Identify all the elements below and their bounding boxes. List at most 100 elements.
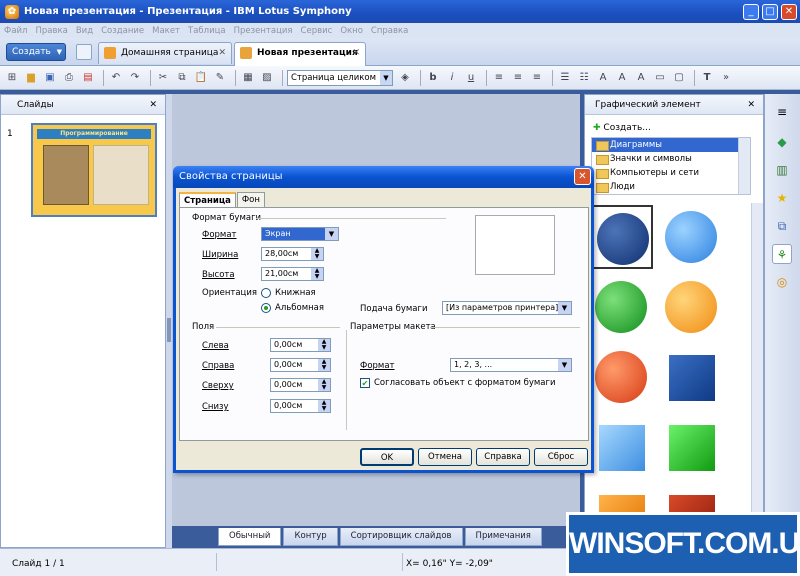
paste-icon[interactable]: 📋 bbox=[193, 70, 209, 86]
redo-icon[interactable]: ↷ bbox=[127, 70, 143, 86]
new-button[interactable]: Создать ▼ bbox=[6, 43, 66, 61]
sidebar-copy-icon[interactable]: ⧉ bbox=[772, 216, 792, 236]
font-color-icon[interactable]: A bbox=[633, 70, 649, 86]
menu-view[interactable]: Вид bbox=[76, 26, 93, 36]
reset-button[interactable]: Сброс bbox=[534, 448, 588, 466]
gallery-scrollbar[interactable] bbox=[751, 203, 763, 547]
menu-presentation[interactable]: Презентация bbox=[234, 26, 293, 36]
gallery-item-orange-ball[interactable] bbox=[659, 275, 723, 339]
landscape-radio[interactable] bbox=[261, 303, 271, 313]
fit-object-checkbox[interactable]: ✔ bbox=[360, 378, 370, 388]
category-scrollbar[interactable] bbox=[738, 138, 750, 194]
gallery-item-green-ball[interactable] bbox=[589, 275, 653, 339]
menu-layout[interactable]: Макет bbox=[152, 26, 180, 36]
border-icon[interactable]: ▢ bbox=[671, 70, 687, 86]
sidebar-star-icon[interactable]: ★ bbox=[772, 188, 792, 208]
format-paint-icon[interactable]: ✎ bbox=[212, 70, 228, 86]
new-slide-icon[interactable]: ⊞ bbox=[4, 70, 20, 86]
paper-tray-select[interactable]: [Из параметров принтера] ▼ bbox=[442, 301, 572, 315]
slide-thumbnail[interactable]: Программирование bbox=[31, 123, 157, 217]
view-select[interactable]: Страница целиком ▼ bbox=[287, 69, 393, 86]
spinner-icon[interactable]: ▲ ▼ bbox=[318, 339, 330, 351]
list-item[interactable]: Диаграммы bbox=[592, 138, 750, 152]
top-margin-field[interactable]: 0,00см ▲ ▼ bbox=[270, 378, 331, 392]
bullet-list-icon[interactable]: ☰ bbox=[557, 70, 573, 86]
align-right-icon[interactable]: ≡ bbox=[529, 70, 545, 86]
close-panel-icon[interactable]: ✕ bbox=[747, 95, 755, 115]
gallery-item-dark-blue-ball[interactable] bbox=[589, 205, 653, 269]
paint-bucket-icon[interactable]: ◈ bbox=[397, 70, 413, 86]
menu-table[interactable]: Таблица bbox=[188, 26, 226, 36]
align-center-icon[interactable]: ≡ bbox=[510, 70, 526, 86]
image-icon[interactable]: ▨ bbox=[259, 70, 275, 86]
align-left-icon[interactable]: ≡ bbox=[491, 70, 507, 86]
sidebar-gallery-icon[interactable]: ◆ bbox=[772, 132, 792, 152]
tab-new-presentation[interactable]: Новая презентация ✕ bbox=[234, 42, 366, 66]
ok-button[interactable]: OK bbox=[360, 448, 414, 466]
menu-create[interactable]: Создание bbox=[101, 26, 144, 36]
numbered-list-icon[interactable]: ☷ bbox=[576, 70, 592, 86]
gallery-item-red-ball[interactable] bbox=[589, 345, 653, 409]
portrait-radio[interactable] bbox=[261, 288, 271, 298]
cancel-button[interactable]: Отмена bbox=[418, 448, 472, 466]
underline-icon[interactable]: u bbox=[463, 70, 479, 86]
undo-icon[interactable]: ↶ bbox=[108, 70, 124, 86]
close-panel-icon[interactable]: ✕ bbox=[149, 95, 157, 115]
menu-edit[interactable]: Правка bbox=[35, 26, 67, 36]
tab-normal[interactable]: Обычный bbox=[218, 528, 282, 546]
highlight-icon[interactable]: ▭ bbox=[652, 70, 668, 86]
sidebar-navigator-icon[interactable]: ◎ bbox=[772, 272, 792, 292]
copy-icon[interactable]: ⧉ bbox=[174, 70, 190, 86]
height-field[interactable]: 21,00см ▲ ▼ bbox=[261, 267, 324, 281]
tab-page[interactable]: Страница bbox=[179, 192, 236, 208]
dialog-close-button[interactable]: ✕ bbox=[574, 168, 591, 185]
font-shrink-icon[interactable]: A bbox=[614, 70, 630, 86]
menu-window[interactable]: Окно bbox=[340, 26, 363, 36]
font-grow-icon[interactable]: A bbox=[595, 70, 611, 86]
spinner-icon[interactable]: ▲ ▼ bbox=[311, 248, 323, 260]
close-tab-icon[interactable]: ✕ bbox=[218, 43, 226, 63]
close-window-button[interactable]: ✕ bbox=[781, 3, 797, 20]
help-button[interactable]: Справка bbox=[476, 448, 530, 466]
list-item[interactable]: Компьютеры и сети bbox=[592, 166, 750, 180]
spinner-icon[interactable]: ▲ ▼ bbox=[318, 379, 330, 391]
width-field[interactable]: 28,00см ▲ ▼ bbox=[261, 247, 324, 261]
tab-background[interactable]: Фон bbox=[236, 192, 265, 208]
chevron-down-icon[interactable]: ▼ bbox=[57, 44, 62, 60]
pages-icon[interactable] bbox=[76, 44, 92, 60]
menu-help[interactable]: Справка bbox=[371, 26, 408, 36]
maximize-button[interactable]: □ bbox=[762, 3, 778, 20]
gallery-item-light-blue-ball[interactable] bbox=[659, 205, 723, 269]
tab-outline[interactable]: Контур bbox=[283, 528, 338, 546]
tab-slide-sorter[interactable]: Сортировщик слайдов bbox=[339, 528, 463, 546]
print-icon[interactable]: ⎙ bbox=[61, 70, 77, 86]
format-select[interactable]: Экран ▼ bbox=[261, 227, 339, 241]
right-margin-field[interactable]: 0,00см ▲ ▼ bbox=[270, 358, 331, 372]
gallery-item-light-blue-cube[interactable] bbox=[589, 415, 653, 479]
minimize-button[interactable]: _ bbox=[743, 3, 759, 20]
open-icon[interactable]: ▆ bbox=[23, 70, 39, 86]
splitter-grip[interactable] bbox=[167, 318, 171, 342]
text-icon[interactable]: T bbox=[699, 70, 715, 86]
table-icon[interactable]: ▦ bbox=[240, 70, 256, 86]
spinner-icon[interactable]: ▲ ▼ bbox=[318, 359, 330, 371]
sidebar-chart-icon[interactable]: ▥ bbox=[772, 160, 792, 180]
gallery-item-blue-cube[interactable] bbox=[659, 345, 723, 409]
save-icon[interactable]: ▣ bbox=[42, 70, 58, 86]
more-icon[interactable]: » bbox=[718, 70, 734, 86]
numbering-format-select[interactable]: 1, 2, 3, ... ▼ bbox=[450, 358, 572, 372]
italic-icon[interactable]: i bbox=[444, 70, 460, 86]
spinner-icon[interactable]: ▲ ▼ bbox=[318, 400, 330, 412]
tab-notes[interactable]: Примечания bbox=[464, 528, 542, 546]
gallery-item-green-cube[interactable] bbox=[659, 415, 723, 479]
bold-icon[interactable]: b bbox=[425, 70, 441, 86]
sidebar-graphics-icon[interactable]: ⚘ bbox=[772, 244, 792, 264]
tab-home-page[interactable]: Домашняя страница ✕ bbox=[98, 42, 232, 64]
list-item[interactable]: Люди bbox=[592, 180, 750, 194]
list-item[interactable]: Значки и символы bbox=[592, 152, 750, 166]
sidebar-properties-icon[interactable]: ≡ bbox=[772, 102, 792, 122]
menu-file[interactable]: Файл bbox=[4, 26, 27, 36]
spinner-icon[interactable]: ▲ ▼ bbox=[311, 268, 323, 280]
bottom-margin-field[interactable]: 0,00см ▲ ▼ bbox=[270, 399, 331, 413]
create-link[interactable]: ✚ Создать... bbox=[593, 123, 651, 133]
